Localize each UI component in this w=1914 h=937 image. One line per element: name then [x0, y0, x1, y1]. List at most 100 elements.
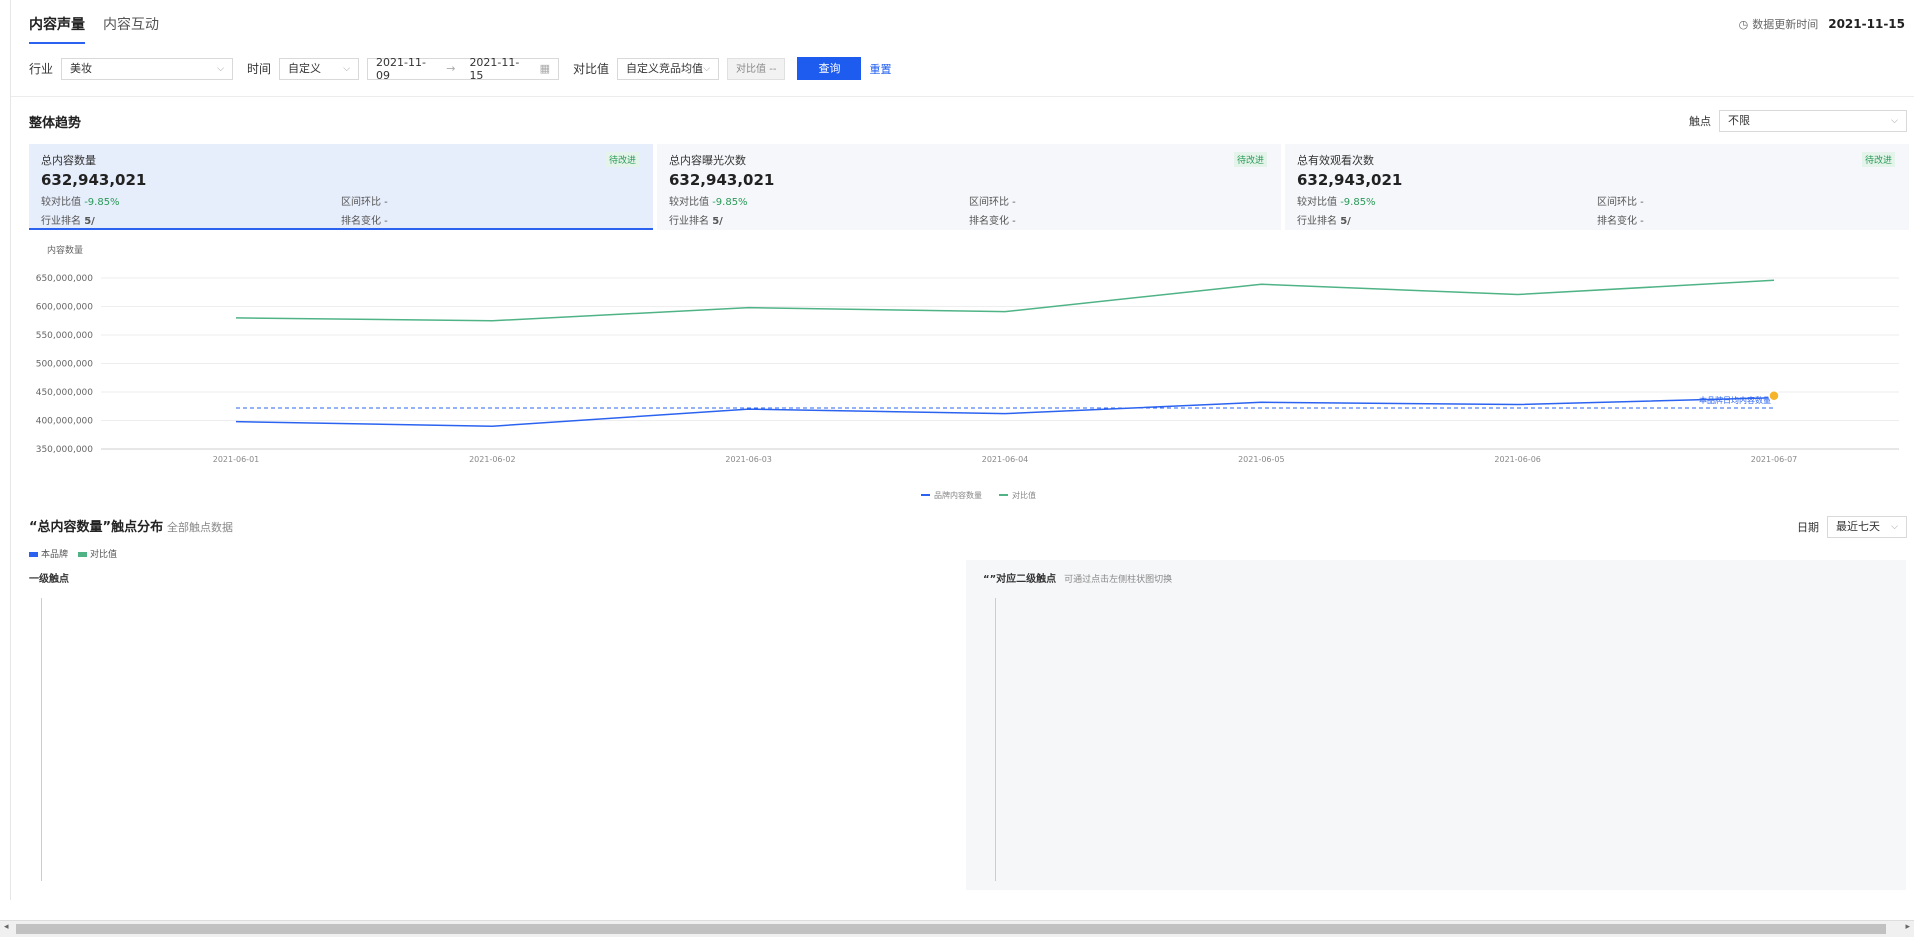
calendar-icon: ▦ [539, 62, 551, 75]
y-tick-label: 650,000,000 [36, 274, 94, 284]
y-tick-label: 400,000,000 [36, 417, 94, 427]
level2-header: “”对应二级触点 可通过点击左侧柱状图切换 [983, 570, 1172, 585]
card-title: 总内容曝光次数 [669, 154, 746, 167]
y-tick-label: 600,000,000 [36, 303, 94, 313]
metric-cards: 总内容数量 632,943,021 待改进 较对比值 -9.85% 区间环比 - … [29, 144, 1909, 230]
date-label: 日期 [1797, 521, 1819, 534]
level1-touchpoint-title: 一级触点 [29, 574, 69, 585]
date-range-select[interactable]: 最近七天 ⌵ [1827, 516, 1907, 538]
compare-select[interactable]: 自定义竞品均值 ⌵ [617, 57, 720, 80]
update-date: 2021-11-15 [1828, 17, 1905, 31]
card-value: 632,943,021 [669, 171, 775, 189]
card-value: 632,943,021 [41, 171, 147, 189]
rank-value: 5/ [1340, 216, 1351, 227]
date-end: 2021-11-15 [469, 55, 520, 82]
rank-value: 5/ [84, 216, 95, 227]
overall-trend-title: 整体趋势 [29, 116, 82, 131]
touchpoint-select[interactable]: 不限 ⌵ [1719, 110, 1907, 132]
compare-text-label: 较对比值 [669, 197, 709, 208]
query-button[interactable]: 查询 [797, 57, 862, 80]
date-range-picker[interactable]: 2021-11-09 → 2021-11-15 ▦ [367, 55, 560, 82]
status-badge: 待改进 [1861, 152, 1895, 167]
level2-title: “”对应二级触点 [983, 574, 1057, 585]
card-value: 632,943,021 [1297, 171, 1403, 189]
series-line-brand [235, 396, 1775, 427]
distribution-legend: 本品牌 对比值 [29, 547, 117, 560]
x-tick-label: 2021-06-05 [1238, 455, 1285, 464]
x-tick-label: 2021-06-07 [1751, 455, 1798, 464]
compare-text-label: 较对比值 [1297, 197, 1337, 208]
y-tick-label: 500,000,000 [36, 360, 94, 370]
card-title: 总内容数量 [41, 154, 96, 167]
chevron-down-icon: ⌵ [703, 63, 711, 74]
scrollbar-thumb[interactable] [16, 924, 1886, 934]
metric-card-views[interactable]: 总有效观看次数 632,943,021 待改进 较对比值 -9.85% 区间环比 … [1285, 144, 1909, 230]
industry-select[interactable]: 美妆 ⌵ [61, 57, 234, 80]
x-tick-label: 2021-06-04 [982, 455, 1029, 464]
rank-label: 行业排名 [669, 216, 709, 227]
page: 内容声量 内容互动 ◷ 数据更新时间 2021-11-15 行业 美妆 ⌵ 时间… [10, 0, 1914, 900]
time-value: 自定义 [288, 61, 322, 75]
time-select[interactable]: 自定义 ⌵ [279, 57, 360, 80]
divider [11, 96, 1914, 97]
rank-change: 排名变化 - [1597, 216, 1644, 227]
chevron-down-icon: ⌵ [217, 63, 225, 74]
industry-label: 行业 [29, 62, 54, 76]
legend-label: 对比值 [1012, 490, 1036, 500]
highlight-point [1768, 389, 1780, 402]
level2-chart-axis [995, 598, 996, 881]
scroll-left-icon[interactable]: ◂ [4, 922, 9, 932]
legend-item-compare: 对比值 [78, 547, 117, 560]
y-tick-label: 350,000,000 [36, 445, 94, 455]
date-separator: → [446, 62, 456, 75]
all-touchpoints-link[interactable]: 全部触点数据 [167, 519, 233, 535]
date-range-value: 最近七天 [1836, 520, 1880, 533]
level1-chart-axis [41, 598, 42, 881]
touchpoint-distribution-title: “总内容数量”触点分布 [29, 520, 164, 535]
y-tick-label: 550,000,000 [36, 331, 94, 341]
chevron-down-icon: ⌵ [1891, 522, 1898, 532]
period-change: 区间环比 - [969, 197, 1016, 208]
compare-value: 自定义竞品均值 [626, 61, 704, 75]
time-label: 时间 [247, 62, 272, 76]
rank-label: 行业排名 [1297, 216, 1337, 227]
reset-link[interactable]: 重置 [869, 61, 891, 77]
compare-percent: -9.85% [712, 197, 748, 208]
data-update-info: ◷ 数据更新时间 2021-11-15 [1739, 16, 1905, 32]
industry-value: 美妆 [70, 61, 93, 75]
tab-content-interaction[interactable]: 内容互动 [103, 14, 159, 44]
compare-label: 对比值 [573, 62, 610, 76]
rank-change: 排名变化 - [341, 216, 388, 227]
rank-label: 行业排名 [41, 216, 81, 227]
legend-item-brand: 本品牌 [29, 547, 68, 560]
level2-hint: 可通过点击左侧柱状图切换 [1064, 575, 1173, 585]
date-filter: 日期 最近七天 ⌵ [1797, 516, 1907, 538]
trend-line-chart: 内容数量 650,000,000 600,000,000 550,000,000 500… [36, 244, 1899, 500]
clock-icon: ◷ [1738, 17, 1749, 31]
metric-card-exposure[interactable]: 总内容曝光次数 632,943,021 待改进 较对比值 -9.85% 区间环比 … [657, 144, 1281, 230]
compare-value-box: 对比值 -- [727, 57, 786, 80]
status-badge: 待改进 [605, 152, 639, 167]
chevron-down-icon: ⌵ [1891, 116, 1898, 126]
status-badge: 待改进 [1233, 152, 1267, 167]
date-start: 2021-11-09 [376, 55, 426, 82]
y-axis-label: 内容数量 [47, 244, 83, 256]
compare-percent: -9.85% [84, 197, 120, 208]
compare-percent: -9.85% [1340, 197, 1376, 208]
filter-bar: 行业 美妆 ⌵ 时间 自定义 ⌵ 2021-11-09 → 2021-11-15… [29, 55, 891, 82]
compare-text-label: 较对比值 [41, 197, 81, 208]
level2-touchpoint-panel: “”对应二级触点 可通过点击左侧柱状图切换 [966, 560, 1906, 890]
rank-change: 排名变化 - [969, 216, 1016, 227]
touchpoint-value: 不限 [1728, 114, 1750, 127]
y-tick-label: 450,000,000 [36, 388, 94, 398]
legend-label: 品牌内容数量 [934, 490, 982, 500]
touchpoint-filter: 触点 不限 ⌵ [1689, 110, 1907, 132]
tab-content-volume[interactable]: 内容声量 [29, 14, 85, 44]
scroll-right-icon[interactable]: ▸ [1905, 922, 1910, 932]
horizontal-scrollbar[interactable]: ◂ ▸ [0, 920, 1914, 937]
metric-card-content-count[interactable]: 总内容数量 632,943,021 待改进 较对比值 -9.85% 区间环比 - … [29, 144, 653, 230]
touchpoint-label: 触点 [1689, 115, 1711, 128]
update-label: 数据更新时间 [1752, 18, 1819, 31]
chevron-down-icon: ⌵ [343, 63, 351, 74]
rank-value: 5/ [712, 216, 723, 227]
